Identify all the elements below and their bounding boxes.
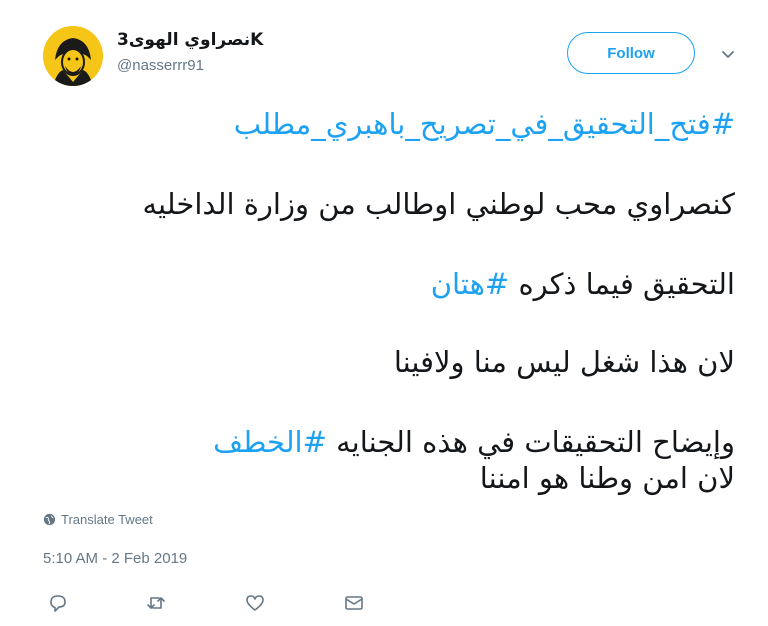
tweet-timestamp[interactable]: 5:10 AM - 2 Feb 2019 [43,550,187,567]
tweet-text-line-6: لان امن وطنا هو امننا [479,461,735,495]
globe-icon [43,513,56,526]
retweet-icon[interactable] [145,592,167,614]
tweet-text: التحقيق فيما ذكره [509,267,735,301]
follow-button[interactable]: Follow [567,32,695,74]
tweet-text-line-4: لان هذا شغل ليس منا ولافينا [393,345,735,379]
avatar-image [43,26,103,86]
translate-tweet-link[interactable]: Translate Tweet [43,512,153,527]
tweet-text-line-1: #فتح_التحقيق_في_تصريح_باهبري_مطلب [234,106,735,142]
heart-icon[interactable] [244,592,266,614]
hashtag-link[interactable]: #فتح_التحقيق_في_تصريح_باهبري_مطلب [234,107,735,141]
envelope-icon[interactable] [343,592,365,614]
reply-icon[interactable] [47,592,69,614]
hashtag-link[interactable]: #الخطف [213,425,327,459]
display-name[interactable]: 3نصراوي الهوىK [117,30,263,50]
tweet-text-line-3: التحقيق فيما ذكره #هتان [431,266,735,302]
avatar[interactable] [43,26,103,86]
hashtag-link[interactable]: #هتان [431,267,509,301]
tweet-text: وإيضاح التحقيقات في هذه الجنايه [326,425,735,459]
tweet-text-line-5: وإيضاح التحقيقات في هذه الجنايه #الخطف [213,424,735,460]
translate-label: Translate Tweet [61,512,153,527]
chevron-down-icon[interactable] [718,44,738,64]
username[interactable]: @nasserrr91 [117,57,204,74]
tweet-text-line-2: كنصراوي محب لوطني اوطالب من وزارة الداخل… [142,187,736,221]
